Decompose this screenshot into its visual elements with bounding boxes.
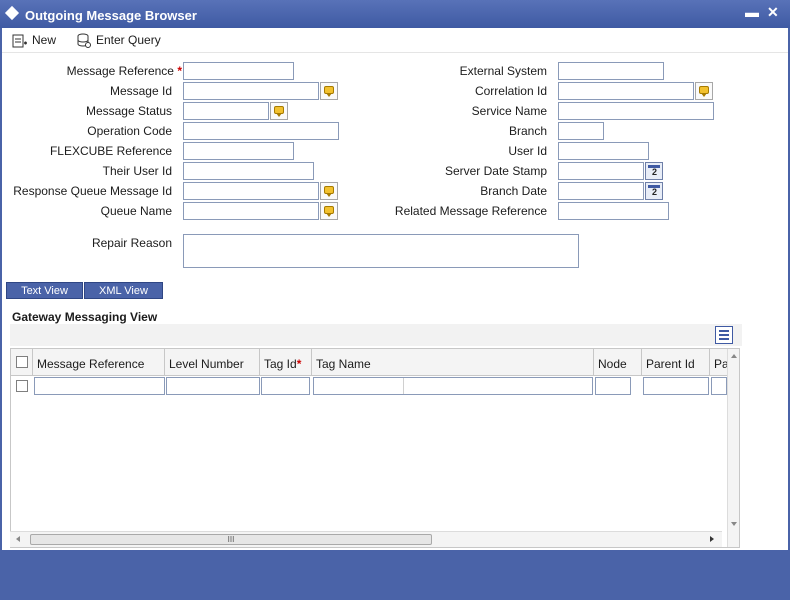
response-queue-message-id-lov-icon[interactable]: [320, 182, 338, 200]
row-checkbox[interactable]: [16, 380, 28, 392]
window-title: Outgoing Message Browser: [25, 8, 197, 23]
their-user-id-input[interactable]: [183, 162, 314, 180]
repair-reason-textarea[interactable]: [183, 234, 579, 268]
row-parent-id-input[interactable]: [643, 377, 709, 395]
service-name-input[interactable]: [558, 102, 714, 120]
select-all-cell: [11, 349, 33, 375]
external-system-label: External System: [459, 64, 547, 78]
queue-name-input[interactable]: [183, 202, 319, 220]
close-icon[interactable]: ✕: [767, 5, 779, 19]
col-level-number[interactable]: Level Number: [165, 349, 260, 375]
branch-date-label: Branch Date: [480, 184, 547, 198]
row-tag-name-input[interactable]: [313, 377, 593, 395]
scroll-down-icon[interactable]: [731, 522, 737, 526]
operation-code-input[interactable]: [183, 122, 339, 140]
scroll-right-icon[interactable]: [710, 536, 714, 542]
their-user-id-label: Their User Id: [102, 164, 172, 178]
message-id-lov-icon[interactable]: [320, 82, 338, 100]
minimize-icon[interactable]: ▬: [745, 5, 759, 19]
operation-code-label: Operation Code: [87, 124, 172, 138]
text-view-button[interactable]: Text View: [6, 282, 83, 299]
user-id-input[interactable]: [558, 142, 649, 160]
repair-reason-label: Repair Reason: [91, 236, 172, 250]
window-diamond-icon: [4, 5, 20, 21]
message-id-label: Message Id: [109, 84, 172, 98]
col-node[interactable]: Node: [594, 349, 642, 375]
toolbar: New Enter Query: [2, 28, 788, 53]
col-message-reference[interactable]: Message Reference: [33, 349, 165, 375]
row-message-reference-input[interactable]: [34, 377, 165, 395]
grid-horizontal-scrollbar[interactable]: III: [10, 531, 722, 547]
grid-header: Message Reference Level Number Tag Id* T…: [11, 349, 729, 376]
message-reference-input[interactable]: [183, 62, 294, 80]
grid-settings-icon[interactable]: [715, 326, 733, 344]
user-id-label: User Id: [508, 144, 547, 158]
branch-date-calendar-icon[interactable]: 2: [645, 182, 663, 200]
correlation-id-lov-icon[interactable]: [695, 82, 713, 100]
xml-view-button[interactable]: XML View: [84, 282, 163, 299]
external-system-input[interactable]: [558, 62, 664, 80]
row-pa-input[interactable]: [711, 377, 727, 395]
message-id-input[interactable]: [183, 82, 319, 100]
row-level-number-input[interactable]: [166, 377, 260, 395]
message-reference-label-text: Message Reference: [66, 64, 174, 78]
col-tag-name[interactable]: Tag Name: [312, 349, 594, 375]
grid-vertical-scrollbar[interactable]: [727, 349, 739, 547]
col-tag-id[interactable]: Tag Id*: [260, 349, 312, 375]
branch-input[interactable]: [558, 122, 604, 140]
server-date-stamp-label: Server Date Stamp: [444, 164, 547, 178]
message-status-label: Message Status: [85, 104, 172, 118]
message-reference-label: Message Reference *: [67, 62, 182, 80]
correlation-id-label: Correlation Id: [474, 84, 547, 98]
service-name-label: Service Name: [471, 104, 547, 118]
title-bar: Outgoing Message Browser ▬ ✕: [0, 0, 790, 28]
scroll-left-icon[interactable]: [16, 536, 20, 542]
message-status-input[interactable]: [183, 102, 269, 120]
new-label: New: [32, 33, 57, 47]
new-icon: [12, 34, 27, 48]
table-row: [11, 376, 727, 396]
flexcube-reference-input[interactable]: [183, 142, 294, 160]
server-date-calendar-icon[interactable]: 2: [645, 162, 663, 180]
col-tag-id-label: Tag Id: [264, 357, 297, 371]
horizontal-scroll-thumb[interactable]: III: [30, 534, 432, 545]
grid-toolbar: [10, 324, 742, 346]
enter-query-button[interactable]: Enter Query: [76, 31, 161, 49]
scroll-up-icon[interactable]: [731, 354, 737, 358]
row-node-input[interactable]: [595, 377, 631, 395]
server-date-stamp-input[interactable]: [558, 162, 644, 180]
row-tag-id-input[interactable]: [261, 377, 310, 395]
new-button[interactable]: New: [12, 31, 56, 49]
database-query-icon: [77, 33, 91, 48]
branch-date-input[interactable]: [558, 182, 644, 200]
gateway-messaging-view-title: Gateway Messaging View: [12, 310, 158, 324]
correlation-id-input[interactable]: [558, 82, 694, 100]
queue-name-label: Queue Name: [100, 204, 172, 218]
related-message-reference-label: Related Message Reference: [394, 204, 547, 218]
response-queue-message-id-label: Response Queue Message Id: [13, 184, 172, 198]
window-frame: Outgoing Message Browser ▬ ✕ New Enter Q…: [0, 0, 790, 600]
col-parent-id[interactable]: Parent Id: [642, 349, 710, 375]
branch-label: Branch: [508, 124, 547, 138]
message-status-lov-icon[interactable]: [270, 102, 288, 120]
response-queue-message-id-input[interactable]: [183, 182, 319, 200]
required-mark: *: [177, 64, 182, 78]
form-content: New Enter Query Message Reference * Mess…: [2, 28, 788, 550]
queue-name-lov-icon[interactable]: [320, 202, 338, 220]
flexcube-reference-label: FLEXCUBE Reference: [49, 144, 172, 158]
select-all-checkbox[interactable]: [16, 356, 28, 368]
enter-query-label: Enter Query: [96, 33, 161, 47]
gateway-messaging-grid: Message Reference Level Number Tag Id* T…: [10, 348, 740, 548]
tag-id-required-mark: *: [296, 357, 302, 371]
related-message-reference-input[interactable]: [558, 202, 669, 220]
